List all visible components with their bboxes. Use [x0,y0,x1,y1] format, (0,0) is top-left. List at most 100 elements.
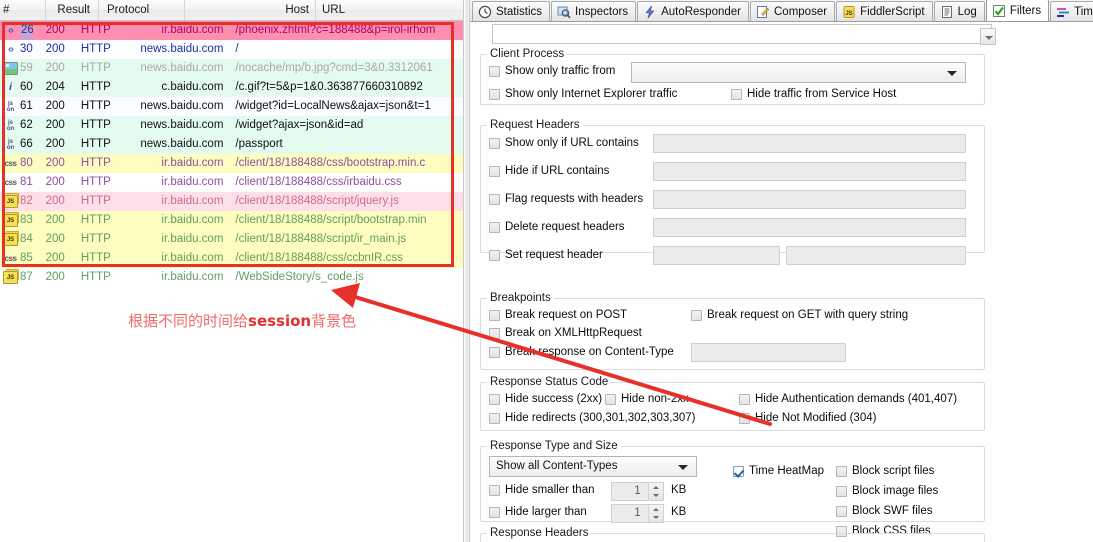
checkbox-delete-request-headers[interactable]: Delete request headers [489,221,625,233]
checkbox-box[interactable] [605,393,616,405]
checkbox-box[interactable] [731,88,742,100]
checkbox-box[interactable] [489,506,500,518]
checkbox-block-image-files[interactable]: Block image files [836,485,938,497]
checkbox-box[interactable] [489,346,500,358]
table-row[interactable]: js on 62 200 HTTP news.baidu.com/widget?ajax=… [0,116,463,135]
checkbox-box[interactable] [489,484,500,496]
column-header-host[interactable]: Host [185,0,316,20]
session-number: 59 [20,62,33,74]
checkbox-box[interactable] [739,412,750,424]
filter-mode-combo[interactable] [492,24,996,45]
checkbox-box[interactable] [836,505,847,517]
checkbox-show-only-if-url-contains[interactable]: Show only if URL contains [489,137,639,149]
cell-host: news.baidu.com [140,138,224,150]
log-icon [940,5,954,19]
chevron-down-icon[interactable] [980,28,996,45]
checkbox-show-only-traffic-from[interactable]: Show only traffic from [489,65,615,77]
checkbox-box[interactable] [489,221,500,233]
tab-filters[interactable]: Filters [985,0,1050,21]
tab-log[interactable]: Log [933,1,985,21]
input-flag-requests-with-headers[interactable] [653,190,966,209]
table-row[interactable]: ‹› 30 200 HTTP news.baidu.com / [0,40,463,59]
checkbox-box[interactable] [836,485,847,497]
checkbox-hide-success-2xx[interactable]: Hide success (2xx) [489,393,602,405]
table-row[interactable]: JS 83 200 HTTP ir.baidu.com/client/18/188488… [0,211,463,230]
checkbox-break-response-on-content-type[interactable]: Break response on Content-Type [489,346,674,358]
checkbox-box[interactable] [489,249,500,261]
column-header-protocol[interactable]: Protocol [99,0,185,20]
column-header-number[interactable]: # [0,0,46,20]
checkbox-box[interactable] [489,137,500,149]
checkbox-hide-if-url-contains[interactable]: Hide if URL contains [489,165,609,177]
client-process-dropdown[interactable] [631,62,966,83]
table-row[interactable]: JS 82 200 HTTP ir.baidu.com/client/18/188488… [0,192,463,211]
input-set-request-header-name[interactable] [653,246,780,265]
checkbox-box[interactable] [489,309,500,321]
timeline-icon [1056,5,1070,19]
tab-timeline[interactable]: Timeline [1050,1,1093,21]
checkbox-set-request-header[interactable]: Set request header [489,249,603,261]
checkbox-box[interactable] [691,309,702,321]
checkbox-time-heatmap[interactable]: Time HeatMap [733,465,824,477]
table-row[interactable]: JS 84 200 HTTP ir.baidu.com/client/18/188488… [0,230,463,249]
checkbox-block-swf-files[interactable]: Block SWF files [836,505,933,517]
tab-autoresponder[interactable]: AutoResponder [637,1,749,21]
input-break-response-content-type[interactable] [691,343,846,362]
table-row[interactable]: css 85 200 HTTP ir.baidu.com/client/18/18848… [0,249,463,268]
checkbox-hide-service-host[interactable]: Hide traffic from Service Host [731,88,896,100]
checkbox-hide-larger-than[interactable]: Hide larger than [489,506,587,518]
table-row[interactable]: css 81 200 HTTP ir.baidu.com/client/18/18848… [0,173,463,192]
input-hide-if-url-contains[interactable] [653,162,966,181]
checkbox-hide-not-modified[interactable]: Hide Not Modified (304) [739,412,876,424]
input-set-request-header-value[interactable] [786,246,966,265]
tab-inspectors[interactable]: Inspectors [551,1,637,21]
column-header-result[interactable]: Result [46,0,99,20]
tab-label: Composer [774,5,828,18]
checkbox-box[interactable] [489,88,500,100]
checkbox-show-only-ie-traffic[interactable]: Show only Internet Explorer traffic [489,88,677,100]
checkbox-box[interactable] [733,465,744,477]
checkbox-box[interactable] [489,412,500,424]
session-number: 30 [20,43,33,55]
checkbox-break-request-on-get-query[interactable]: Break request on GET with query string [691,309,908,321]
cell-result: 200 [45,43,65,55]
input-show-only-if-url-contains[interactable] [653,134,966,153]
tab-fiddlerscript[interactable]: JS FiddlerScript [836,1,933,21]
table-row[interactable]: JS 87 200 HTTP ir.baidu.com/WebSideStory/s_c… [0,268,463,287]
checkbox-flag-requests-with-headers[interactable]: Flag requests with headers [489,193,643,205]
content-types-dropdown[interactable]: Show all Content-Types [489,456,697,477]
checkbox-box[interactable] [489,327,500,339]
checkbox-hide-redirects[interactable]: Hide redirects (300,301,302,303,307) [489,412,696,424]
annotation-note-suffix: 背景色 [311,312,357,330]
checkbox-box[interactable] [489,393,500,405]
tab-statistics[interactable]: Statistics [472,1,551,21]
column-header-url[interactable]: URL [316,0,462,20]
pane-splitter[interactable] [463,0,470,542]
table-row[interactable]: js on 66 200 HTTP news.baidu.com/passport [0,135,463,154]
stepper-hide-smaller-than[interactable]: 1 [611,482,664,501]
checkbox-break-request-on-post[interactable]: Break request on POST [489,309,627,321]
checkbox-box[interactable] [836,465,847,477]
tab-label: Timeline [1074,5,1093,18]
table-row[interactable]: css 80 200 HTTP ir.baidu.com/client/18/18848… [0,154,463,173]
stepper-hide-larger-than[interactable]: 1 [611,504,664,523]
input-delete-request-headers[interactable] [653,218,966,237]
checkbox-box[interactable] [739,393,750,405]
checkbox-box[interactable] [489,193,500,205]
table-row[interactable]: 59 200 HTTP news.baidu.com/nocache/mp/b.jpg… [0,59,463,78]
table-row[interactable]: i 60 204 HTTP c.baidu.com/c.gif?t=5&p=1&0.36… [0,78,463,97]
checkbox-break-on-xmlhttprequest[interactable]: Break on XMLHttpRequest [489,327,642,339]
tab-composer[interactable]: Composer [750,1,836,21]
session-number: 81 [20,176,33,188]
checkbox-hide-non-2xx[interactable]: Hide non-2xx [605,393,689,405]
checkbox-hide-auth-demands[interactable]: Hide Authentication demands (401,407) [739,393,957,405]
checkbox-block-script-files[interactable]: Block script files [836,465,934,477]
stepper-buttons[interactable] [648,483,663,500]
chevron-down-icon [678,465,688,470]
table-row[interactable]: js on 61 200 HTTP news.baidu.com/widget?id=Lo… [0,97,463,116]
checkbox-hide-smaller-than[interactable]: Hide smaller than [489,484,594,496]
checkbox-box[interactable] [489,65,500,77]
stepper-buttons[interactable] [648,505,663,522]
table-row[interactable]: ‹› 26 200 HTTP ir.baidu.com/phoenix.zhtml?c=… [0,21,463,40]
checkbox-box[interactable] [489,165,500,177]
